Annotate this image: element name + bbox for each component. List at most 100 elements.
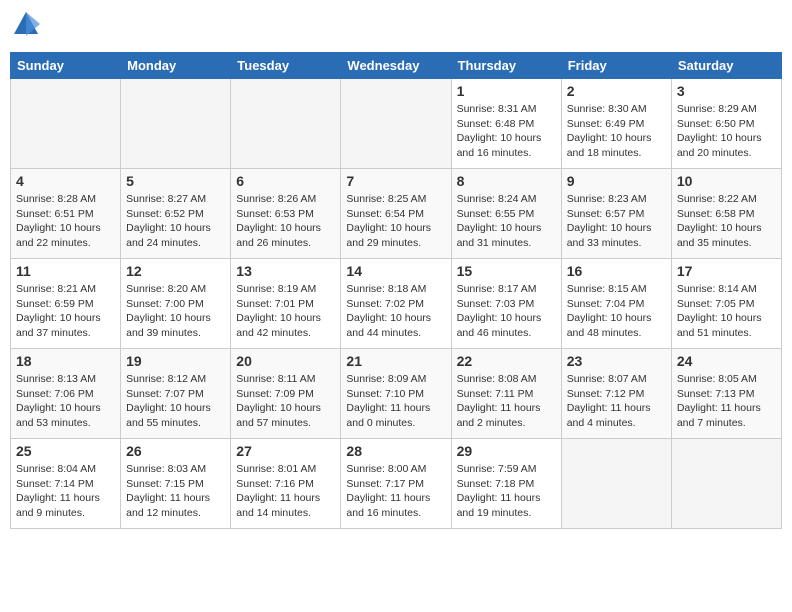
day-number: 4 — [16, 173, 115, 189]
day-number: 2 — [567, 83, 666, 99]
header-friday: Friday — [561, 53, 671, 79]
day-number: 1 — [457, 83, 556, 99]
logo — [10, 10, 40, 44]
day-number: 3 — [677, 83, 776, 99]
day-number: 27 — [236, 443, 335, 459]
calendar-cell — [11, 79, 121, 169]
day-number: 15 — [457, 263, 556, 279]
day-detail: Sunrise: 8:26 AM Sunset: 6:53 PM Dayligh… — [236, 192, 335, 251]
calendar-cell: 8 Sunrise: 8:24 AM Sunset: 6:55 PM Daylig… — [451, 169, 561, 259]
day-number: 14 — [346, 263, 445, 279]
calendar-cell: 22Sunrise: 8:08 AM Sunset: 7:11 PM Dayli… — [451, 349, 561, 439]
day-detail: Sunrise: 8:12 AM Sunset: 7:07 PM Dayligh… — [126, 372, 225, 431]
day-number: 6 — [236, 173, 335, 189]
calendar-cell: 25 Sunrise: 8:04 AM Sunset: 7:14 PM Dayli… — [11, 439, 121, 529]
calendar-cell: 26 Sunrise: 8:03 AM Sunset: 7:15 PM Dayli… — [121, 439, 231, 529]
day-detail: Sunrise: 8:20 AM Sunset: 7:00 PM Dayligh… — [126, 282, 225, 341]
day-detail: Sunrise: 8:17 AM Sunset: 7:03 PM Dayligh… — [457, 282, 556, 341]
calendar-cell: 12 Sunrise: 8:20 AM Sunset: 7:00 PM Dayli… — [121, 259, 231, 349]
calendar-cell: 2 Sunrise: 8:30 AM Sunset: 6:49 PM Daylig… — [561, 79, 671, 169]
week-row-1: 4 Sunrise: 8:28 AM Sunset: 6:51 PM Daylig… — [11, 169, 782, 259]
day-number: 28 — [346, 443, 445, 459]
calendar-cell: 18 Sunrise: 8:13 AM Sunset: 7:06 PM Dayli… — [11, 349, 121, 439]
calendar-cell: 19 Sunrise: 8:12 AM Sunset: 7:07 PM Dayli… — [121, 349, 231, 439]
calendar-cell: 6 Sunrise: 8:26 AM Sunset: 6:53 PM Daylig… — [231, 169, 341, 259]
day-detail: Sunrise: 8:13 AM Sunset: 7:06 PM Dayligh… — [16, 372, 115, 431]
calendar-cell: 16Sunrise: 8:15 AM Sunset: 7:04 PM Dayli… — [561, 259, 671, 349]
day-detail: Sunrise: 8:24 AM Sunset: 6:55 PM Dayligh… — [457, 192, 556, 251]
day-detail: Sunrise: 8:21 AM Sunset: 6:59 PM Dayligh… — [16, 282, 115, 341]
calendar-cell — [341, 79, 451, 169]
day-number: 18 — [16, 353, 115, 369]
calendar-cell: 27 Sunrise: 8:01 AM Sunset: 7:16 PM Dayli… — [231, 439, 341, 529]
header-sunday: Sunday — [11, 53, 121, 79]
day-detail: Sunrise: 8:00 AM Sunset: 7:17 PM Dayligh… — [346, 462, 445, 521]
calendar-cell: 23Sunrise: 8:07 AM Sunset: 7:12 PM Dayli… — [561, 349, 671, 439]
week-row-0: 1 Sunrise: 8:31 AM Sunset: 6:48 PM Daylig… — [11, 79, 782, 169]
week-row-4: 25 Sunrise: 8:04 AM Sunset: 7:14 PM Dayli… — [11, 439, 782, 529]
day-detail: Sunrise: 8:05 AM Sunset: 7:13 PM Dayligh… — [677, 372, 776, 431]
day-detail: Sunrise: 8:29 AM Sunset: 6:50 PM Dayligh… — [677, 102, 776, 161]
day-detail: Sunrise: 8:31 AM Sunset: 6:48 PM Dayligh… — [457, 102, 556, 161]
day-number: 23 — [567, 353, 666, 369]
calendar-cell: 15 Sunrise: 8:17 AM Sunset: 7:03 PM Dayli… — [451, 259, 561, 349]
day-detail: Sunrise: 8:09 AM Sunset: 7:10 PM Dayligh… — [346, 372, 445, 431]
day-number: 10 — [677, 173, 776, 189]
day-number: 17 — [677, 263, 776, 279]
day-detail: Sunrise: 8:23 AM Sunset: 6:57 PM Dayligh… — [567, 192, 666, 251]
header-tuesday: Tuesday — [231, 53, 341, 79]
day-detail: Sunrise: 8:18 AM Sunset: 7:02 PM Dayligh… — [346, 282, 445, 341]
day-number: 20 — [236, 353, 335, 369]
header-wednesday: Wednesday — [341, 53, 451, 79]
calendar-cell: 7Sunrise: 8:25 AM Sunset: 6:54 PM Daylig… — [341, 169, 451, 259]
day-number: 5 — [126, 173, 225, 189]
day-detail: Sunrise: 8:28 AM Sunset: 6:51 PM Dayligh… — [16, 192, 115, 251]
day-detail: Sunrise: 8:08 AM Sunset: 7:11 PM Dayligh… — [457, 372, 556, 431]
calendar-cell — [231, 79, 341, 169]
calendar-cell: 14 Sunrise: 8:18 AM Sunset: 7:02 PM Dayli… — [341, 259, 451, 349]
calendar-cell: 29 Sunrise: 7:59 AM Sunset: 7:18 PM Dayli… — [451, 439, 561, 529]
day-detail: Sunrise: 8:19 AM Sunset: 7:01 PM Dayligh… — [236, 282, 335, 341]
header-monday: Monday — [121, 53, 231, 79]
day-number: 16 — [567, 263, 666, 279]
calendar-cell — [121, 79, 231, 169]
day-detail: Sunrise: 8:04 AM Sunset: 7:14 PM Dayligh… — [16, 462, 115, 521]
day-number: 25 — [16, 443, 115, 459]
day-number: 21 — [346, 353, 445, 369]
calendar-header-row: SundayMondayTuesdayWednesdayThursdayFrid… — [11, 53, 782, 79]
header-saturday: Saturday — [671, 53, 781, 79]
calendar-cell: 11 Sunrise: 8:21 AM Sunset: 6:59 PM Dayli… — [11, 259, 121, 349]
day-number: 24 — [677, 353, 776, 369]
day-number: 11 — [16, 263, 115, 279]
logo-icon — [12, 10, 40, 38]
day-detail: Sunrise: 8:27 AM Sunset: 6:52 PM Dayligh… — [126, 192, 225, 251]
calendar-cell — [561, 439, 671, 529]
calendar-cell: 24 Sunrise: 8:05 AM Sunset: 7:13 PM Dayli… — [671, 349, 781, 439]
calendar-cell: 3 Sunrise: 8:29 AM Sunset: 6:50 PM Daylig… — [671, 79, 781, 169]
calendar-cell: 4 Sunrise: 8:28 AM Sunset: 6:51 PM Daylig… — [11, 169, 121, 259]
day-detail: Sunrise: 8:14 AM Sunset: 7:05 PM Dayligh… — [677, 282, 776, 341]
week-row-2: 11 Sunrise: 8:21 AM Sunset: 6:59 PM Dayli… — [11, 259, 782, 349]
calendar-cell: 17 Sunrise: 8:14 AM Sunset: 7:05 PM Dayli… — [671, 259, 781, 349]
day-number: 12 — [126, 263, 225, 279]
day-number: 29 — [457, 443, 556, 459]
day-detail: Sunrise: 8:30 AM Sunset: 6:49 PM Dayligh… — [567, 102, 666, 161]
week-row-3: 18 Sunrise: 8:13 AM Sunset: 7:06 PM Dayli… — [11, 349, 782, 439]
calendar-cell: 13 Sunrise: 8:19 AM Sunset: 7:01 PM Dayli… — [231, 259, 341, 349]
page-header — [10, 10, 782, 44]
day-number: 13 — [236, 263, 335, 279]
day-number: 8 — [457, 173, 556, 189]
calendar-cell: 5 Sunrise: 8:27 AM Sunset: 6:52 PM Daylig… — [121, 169, 231, 259]
calendar-cell — [671, 439, 781, 529]
day-number: 26 — [126, 443, 225, 459]
day-detail: Sunrise: 8:11 AM Sunset: 7:09 PM Dayligh… — [236, 372, 335, 431]
calendar-cell: 21 Sunrise: 8:09 AM Sunset: 7:10 PM Dayli… — [341, 349, 451, 439]
calendar-cell: 28 Sunrise: 8:00 AM Sunset: 7:17 PM Dayli… — [341, 439, 451, 529]
header-thursday: Thursday — [451, 53, 561, 79]
calendar-cell: 9Sunrise: 8:23 AM Sunset: 6:57 PM Daylig… — [561, 169, 671, 259]
day-number: 19 — [126, 353, 225, 369]
day-detail: Sunrise: 8:01 AM Sunset: 7:16 PM Dayligh… — [236, 462, 335, 521]
day-detail: Sunrise: 7:59 AM Sunset: 7:18 PM Dayligh… — [457, 462, 556, 521]
day-detail: Sunrise: 8:22 AM Sunset: 6:58 PM Dayligh… — [677, 192, 776, 251]
day-detail: Sunrise: 8:03 AM Sunset: 7:15 PM Dayligh… — [126, 462, 225, 521]
